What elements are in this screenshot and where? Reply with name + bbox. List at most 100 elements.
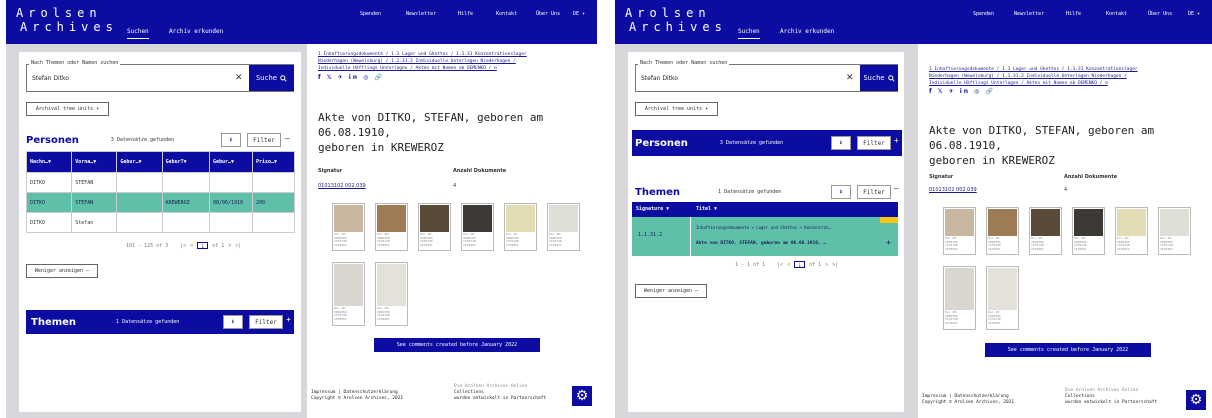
logo[interactable]: Arolsen Archives: [16, 6, 118, 34]
document-thumbnail[interactable]: Doc ID: 3666366 1379748 1578451: [418, 203, 451, 251]
col-prisoner[interactable]: Priso…▼: [252, 151, 295, 173]
signature-link[interactable]: 01013102 002.039: [318, 183, 366, 189]
nav-about[interactable]: Über Uns: [536, 11, 560, 17]
table-row[interactable]: DITKO Stefan: [25, 212, 295, 233]
document-thumbnail[interactable]: Doc ID: 3666366 1379748 1578451: [375, 203, 408, 251]
document-thumbnail[interactable]: Doc ID: 3666366 1379748 1578451: [943, 207, 976, 255]
first-page-icon[interactable]: |<: [180, 243, 186, 249]
nav-contact[interactable]: Kontakt: [1106, 11, 1127, 17]
themes-title: Themen: [635, 186, 681, 198]
download-button[interactable]: ⬇: [831, 136, 851, 150]
page-input[interactable]: 1: [794, 261, 806, 268]
signature-link[interactable]: 01013102 002.039: [929, 187, 977, 193]
archival-tree-button[interactable]: Archival tree units ▾: [26, 102, 109, 116]
search-input[interactable]: Stefan Ditko: [32, 75, 69, 82]
prev-page-icon[interactable]: <: [787, 262, 790, 268]
table-row-selected[interactable]: 1.1.31.2 Inhaftierungsdokumente > Lager …: [632, 217, 898, 256]
nav-donate[interactable]: Spenden: [973, 11, 994, 17]
document-thumbnail[interactable]: Doc ID: 3666366 1379748 1578451: [332, 262, 365, 326]
document-thumbnail[interactable]: Doc ID: 3666366 1379748 1578451: [1158, 207, 1191, 255]
themes-count: 1 Datensätze gefunden: [116, 319, 180, 325]
settings-button[interactable]: ⚙: [1186, 390, 1206, 410]
collapse-icon[interactable]: —: [285, 134, 290, 143]
document-thumbnail[interactable]: Doc ID: 3666366 1379748 1578451: [547, 203, 580, 251]
clear-icon[interactable]: ✕: [846, 73, 854, 83]
filter-button[interactable]: Filter: [857, 136, 891, 150]
next-page-icon[interactable]: >: [825, 262, 828, 268]
download-button[interactable]: ⬇: [221, 133, 241, 147]
expand-row-icon[interactable]: +: [886, 238, 891, 247]
nav-help[interactable]: Hilfe: [458, 11, 473, 17]
table-row[interactable]: DITKO STEFAN: [25, 172, 295, 193]
tab-archive[interactable]: Archiv erkunden: [169, 28, 223, 38]
document-thumbnail[interactable]: Doc ID: 3666366 1379748 1578451: [1029, 207, 1062, 255]
first-page-icon[interactable]: |<: [777, 262, 783, 268]
document-thumbnail[interactable]: Doc ID: 3666366 1379748 1578451: [1072, 207, 1105, 255]
themes-download-button[interactable]: ⬇: [831, 185, 851, 199]
expand-icon[interactable]: +: [894, 136, 899, 145]
pager-of: of 1: [212, 242, 225, 249]
last-page-icon[interactable]: >|: [832, 262, 838, 268]
collapse-icon[interactable]: —: [894, 184, 899, 193]
tab-archive[interactable]: Archiv erkunden: [780, 28, 834, 38]
language-select[interactable]: DE ▾: [573, 11, 585, 17]
persons-count: 3 Datensätze gefunden: [719, 140, 784, 146]
search-button[interactable]: Suche: [860, 65, 898, 91]
search-field[interactable]: Nach Themen oder Namen suchen Stefan Dit…: [26, 60, 294, 92]
nav-contact[interactable]: Kontakt: [496, 11, 517, 17]
themes-pager: 1 - 1 of 1 |< < 1 of 1 > >|: [735, 261, 838, 268]
document-thumbnail[interactable]: Doc ID: 3666366 1379748 1578451: [375, 262, 408, 326]
tab-search[interactable]: Suchen: [127, 28, 149, 39]
page-input[interactable]: 1: [197, 242, 209, 249]
archival-tree-button[interactable]: Archival tree units ▾: [635, 102, 718, 116]
settings-button[interactable]: ⚙: [572, 386, 592, 406]
expand-icon[interactable]: +: [286, 315, 291, 324]
col-firstname[interactable]: Vorna…▼: [71, 151, 118, 173]
search-button[interactable]: Suche: [249, 65, 294, 91]
show-less-button[interactable]: Weniger anzeigen —: [635, 284, 707, 298]
next-page-icon[interactable]: >: [228, 243, 231, 249]
document-thumbnail[interactable]: Doc ID: 3666366 1379748 1578451: [461, 203, 494, 251]
document-thumbnail[interactable]: Doc ID: 3666366 1379748 1578451: [504, 203, 537, 251]
tab-search[interactable]: Suchen: [738, 28, 760, 39]
col-birthdate2[interactable]: Gebur…▼: [208, 151, 254, 173]
search-field[interactable]: Nach Themen oder Namen suchen Stefan Dit…: [635, 60, 898, 92]
persons-title: Personen: [26, 134, 79, 146]
clear-icon[interactable]: ✕: [235, 73, 243, 83]
document-thumbnail[interactable]: Doc ID: 3666366 1379748 1578451: [332, 203, 365, 251]
language-select[interactable]: DE ▾: [1188, 11, 1200, 17]
nav-about[interactable]: Über Uns: [1148, 11, 1172, 17]
filter-button[interactable]: Filter: [247, 133, 281, 147]
col-birthdate[interactable]: Gebur…▼: [116, 151, 163, 173]
footer-partners: Die Arolsen Archives Online Collections …: [454, 384, 547, 401]
col-lastname[interactable]: Nachn…▼: [25, 151, 73, 173]
nav-newsletter[interactable]: Newsletter: [1014, 11, 1044, 17]
col-signature[interactable]: Signature ▼: [636, 206, 669, 212]
themes-filter-button[interactable]: Filter: [857, 185, 891, 199]
themes-filter-button[interactable]: Filter: [249, 315, 283, 329]
document-thumbnail[interactable]: Doc ID: 3666366 1379748 1578451: [986, 266, 1019, 330]
breadcrumb[interactable]: 1 Inhaftierungsdokumente / 1.1 Lager und…: [929, 66, 1138, 87]
last-page-icon[interactable]: >|: [235, 243, 241, 249]
document-thumbnail[interactable]: Doc ID: 3666366 1379748 1578451: [943, 266, 976, 330]
document-title: Akte von DITKO, STEFAN, geboren am 06.08…: [318, 111, 544, 154]
document-thumbnail[interactable]: Doc ID: 3666366 1379748 1578451: [986, 207, 1019, 255]
search-icon: [887, 74, 895, 82]
themes-download-button[interactable]: ⬇: [223, 315, 243, 329]
table-row-selected[interactable]: DITKO STEFAN KREWEROZ 08/06/1910 200: [25, 192, 295, 213]
comments-button[interactable]: See comments created before January 2022: [374, 338, 540, 352]
breadcrumb[interactable]: 1 Inhaftierungsdokumente / 1.1 Lager und…: [318, 51, 527, 72]
show-less-button[interactable]: Weniger anzeigen —: [26, 264, 98, 278]
nav-newsletter[interactable]: Newsletter: [406, 11, 436, 17]
logo[interactable]: Arolsen Archives: [625, 6, 727, 34]
share-icons[interactable]: f 𝕏 ✈ in ◎ 🔗: [318, 74, 384, 81]
nav-help[interactable]: Hilfe: [1066, 11, 1081, 17]
share-icons[interactable]: f 𝕏 ✈ in ◎ 🔗: [929, 88, 995, 95]
document-thumbnail[interactable]: Doc ID: 3666366 1379748 1578451: [1115, 207, 1148, 255]
col-title[interactable]: Titel ▼: [696, 206, 717, 212]
nav-donate[interactable]: Spenden: [360, 11, 381, 17]
search-input[interactable]: Stefan Ditko: [641, 75, 678, 82]
comments-button[interactable]: See comments created before January 2022: [985, 343, 1151, 357]
col-birthplace[interactable]: GeburT▼: [161, 151, 210, 173]
prev-page-icon[interactable]: <: [190, 243, 193, 249]
